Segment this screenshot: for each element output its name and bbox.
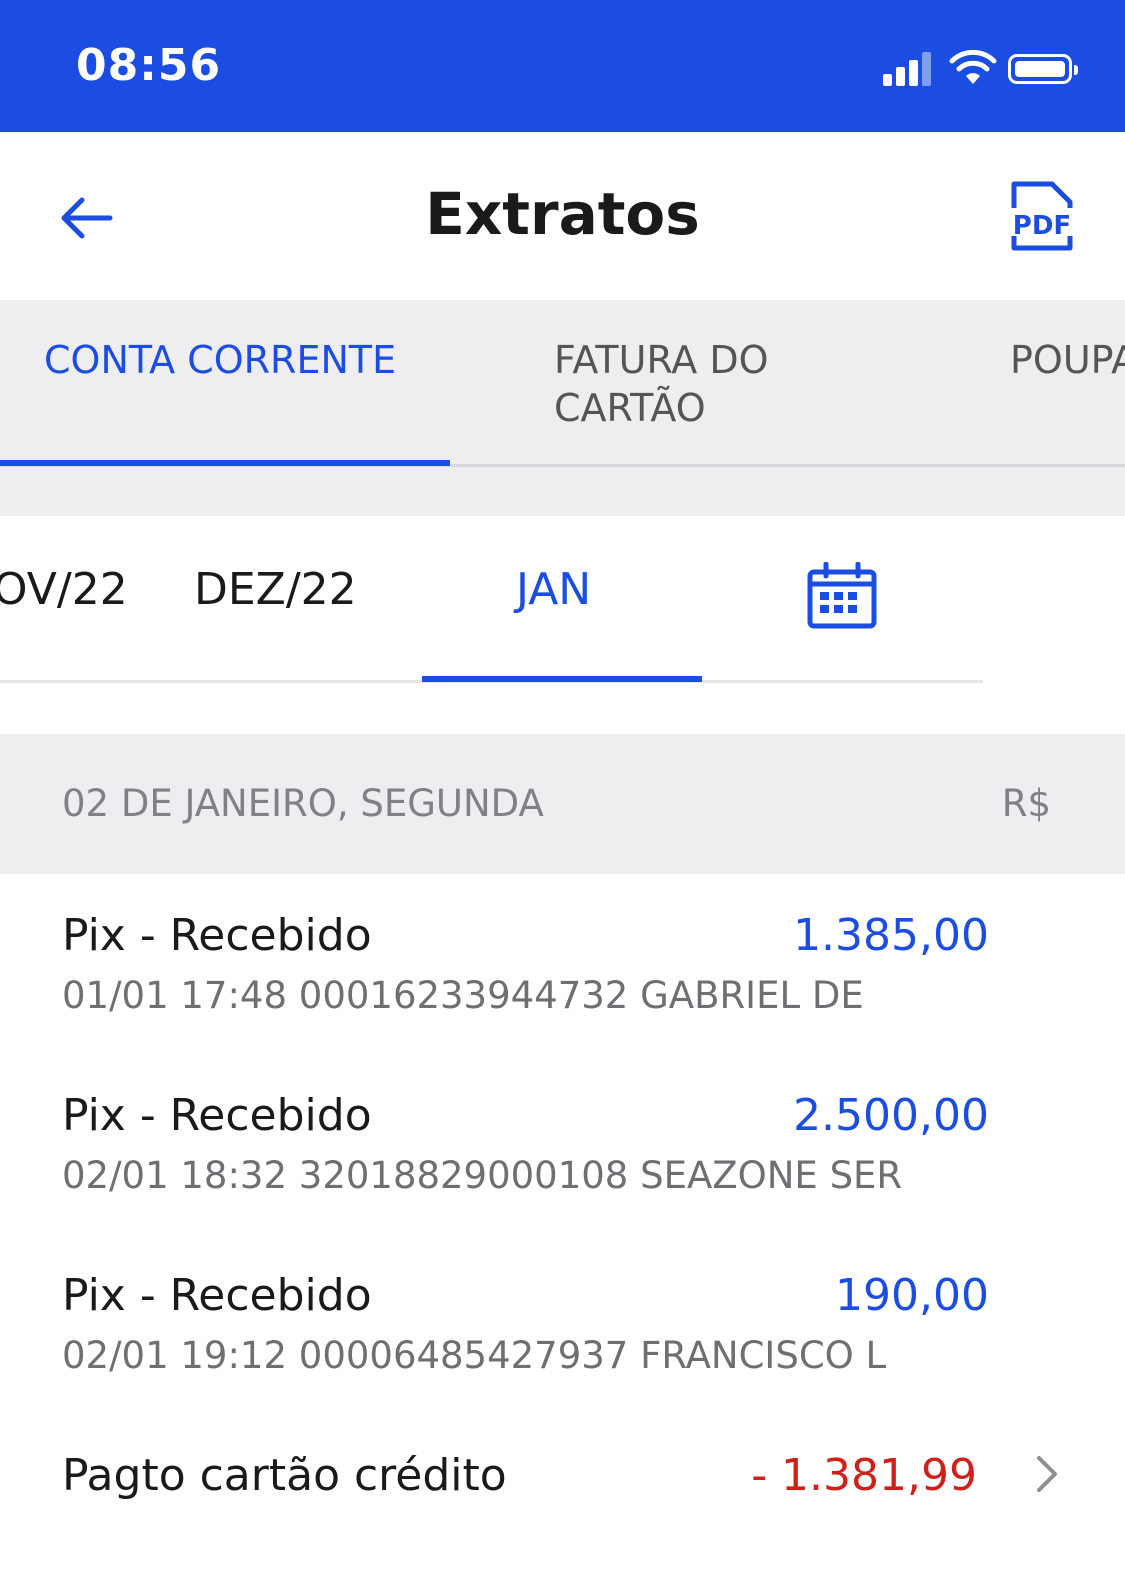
transaction-amount: 1.385,00 bbox=[793, 910, 989, 961]
page-title: Extratos bbox=[425, 180, 700, 248]
active-month-indicator bbox=[422, 676, 702, 682]
tab-label: CONTA CORRENTE bbox=[44, 338, 397, 382]
spacer bbox=[0, 686, 1125, 734]
transaction-row[interactable]: Pix - Recebido 2.500,00 02/01 18:32 3201… bbox=[0, 1054, 1125, 1234]
transaction-row[interactable]: Pagto cartão crédito - 1.381,99 bbox=[0, 1414, 1125, 1570]
transaction-title: Pix - Recebido bbox=[62, 910, 372, 961]
date-section-header: 02 DE JANEIRO, SEGUNDA R$ bbox=[0, 734, 1125, 874]
account-tabs: CONTA CORRENTE FATURA DO CARTÃO POUPANÇA bbox=[0, 300, 1125, 468]
pdf-download-icon[interactable]: PDF bbox=[1006, 180, 1078, 252]
transaction-detail: 02/01 19:12 00006485427937 FRANCISCO L bbox=[62, 1334, 887, 1377]
status-time: 08:56 bbox=[76, 40, 222, 91]
tab-label-line2: CARTÃO bbox=[554, 386, 706, 430]
status-bar: 08:56 bbox=[0, 0, 1125, 132]
chevron-right-icon bbox=[1037, 1456, 1057, 1492]
transaction-amount: - 1.381,99 bbox=[751, 1450, 977, 1501]
transaction-title: Pix - Recebido bbox=[62, 1270, 372, 1321]
active-tab-indicator bbox=[0, 460, 450, 466]
calendar-icon[interactable] bbox=[806, 562, 878, 630]
transaction-detail: 02/01 18:32 32018829000108 SEAZONE SER bbox=[62, 1154, 903, 1197]
month-item-dez-22[interactable]: DEZ/22 bbox=[194, 564, 357, 615]
navigation-bar: Extratos PDF bbox=[0, 132, 1125, 300]
transaction-detail: 01/01 17:48 00016233944732 GABRIEL DE bbox=[62, 974, 864, 1017]
spacer bbox=[0, 468, 1125, 516]
cellular-signal-icon bbox=[883, 52, 933, 86]
tab-poupanca[interactable]: POUPANÇA bbox=[1010, 336, 1125, 384]
tab-conta-corrente[interactable]: CONTA CORRENTE bbox=[44, 336, 396, 384]
transaction-title: Pagto cartão crédito bbox=[62, 1450, 507, 1501]
wifi-icon bbox=[949, 50, 997, 84]
month-item-nov-22[interactable]: NOV/22 bbox=[0, 564, 128, 615]
transaction-amount: 190,00 bbox=[835, 1270, 989, 1321]
battery-icon bbox=[1008, 54, 1078, 84]
month-selector: NOV/22 DEZ/22 JAN bbox=[0, 516, 1125, 686]
month-item-jan[interactable]: JAN bbox=[516, 564, 591, 615]
transaction-title: Pix - Recebido bbox=[62, 1090, 372, 1141]
currency-label: R$ bbox=[1001, 782, 1051, 825]
section-date: 02 DE JANEIRO, SEGUNDA bbox=[62, 782, 544, 825]
tab-fatura-do-cartao[interactable]: FATURA DO CARTÃO bbox=[554, 336, 769, 432]
transaction-amount: 2.500,00 bbox=[793, 1090, 989, 1141]
pdf-label: PDF bbox=[1013, 211, 1071, 241]
tab-label: FATURA DO bbox=[554, 338, 769, 382]
transaction-row[interactable]: Pix - Recebido 1.385,00 01/01 17:48 0001… bbox=[0, 874, 1125, 1054]
tab-label: POUPANÇA bbox=[1010, 338, 1125, 382]
transaction-row[interactable]: Pix - Recebido 190,00 02/01 19:12 000064… bbox=[0, 1234, 1125, 1414]
